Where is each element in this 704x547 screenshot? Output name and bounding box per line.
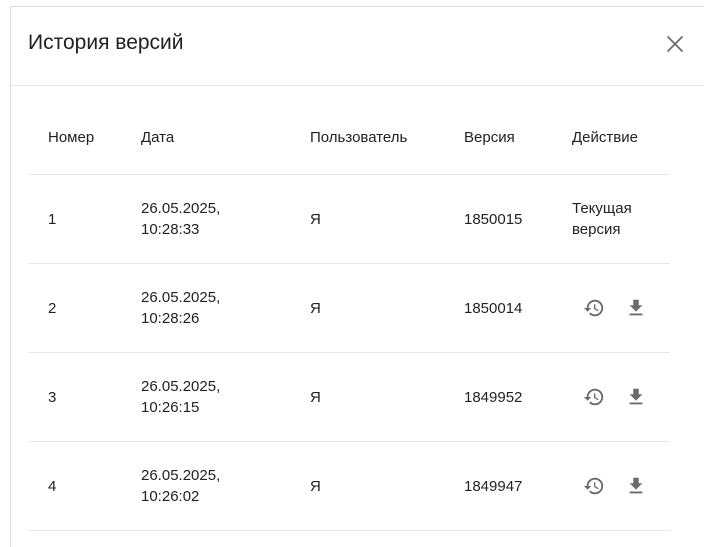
column-header-user: Пользователь — [310, 129, 408, 146]
row-user: Я — [310, 388, 321, 406]
table-header-row: Номер Дата Пользователь Версия Действие — [28, 85, 670, 175]
row-user: Я — [310, 210, 321, 228]
download-icon[interactable] — [624, 296, 648, 320]
table-row: 3 26.05.2025, 10:26:15 Я 1849952 — [28, 353, 670, 442]
current-version-label: Текущая версия — [572, 200, 632, 238]
row-user: Я — [310, 477, 321, 495]
row-date: 26.05.2025, 10:26:15 — [141, 378, 221, 416]
row-number: 2 — [48, 299, 57, 317]
row-date: 26.05.2025, 10:28:33 — [141, 200, 221, 238]
column-header-version: Версия — [464, 129, 515, 146]
version-table: Номер Дата Пользователь Версия Действие … — [28, 85, 670, 531]
row-number: 4 — [48, 477, 57, 495]
column-header-date: Дата — [141, 129, 175, 146]
row-number: 1 — [48, 210, 57, 228]
row-user: Я — [310, 299, 321, 317]
table-row: 4 26.05.2025, 10:26:02 Я 1849947 — [28, 442, 670, 531]
row-version: 1850014 — [464, 299, 523, 317]
row-date: 26.05.2025, 10:28:26 — [141, 289, 221, 327]
dialog-header: История версий — [11, 7, 704, 86]
row-number: 3 — [48, 388, 57, 406]
close-icon[interactable] — [663, 32, 687, 56]
table-row: 2 26.05.2025, 10:28:26 Я 1850014 — [28, 264, 670, 353]
dialog-title: История версий — [28, 31, 184, 54]
restore-icon[interactable] — [582, 296, 606, 320]
column-header-number: Номер — [48, 129, 95, 146]
row-date: 26.05.2025, 10:26:02 — [141, 467, 221, 505]
download-icon[interactable] — [624, 385, 648, 409]
row-version: 1850015 — [464, 210, 523, 228]
column-header-action: Действие — [572, 129, 638, 146]
table-row: 1 26.05.2025, 10:28:33 Я 1850015 Текущая… — [28, 175, 670, 264]
version-history-dialog: История версий Номер Дата Пользователь В… — [10, 6, 704, 547]
download-icon[interactable] — [624, 474, 648, 498]
restore-icon[interactable] — [582, 385, 606, 409]
row-version: 1849947 — [464, 477, 523, 495]
row-version: 1849952 — [464, 388, 523, 406]
restore-icon[interactable] — [582, 474, 606, 498]
